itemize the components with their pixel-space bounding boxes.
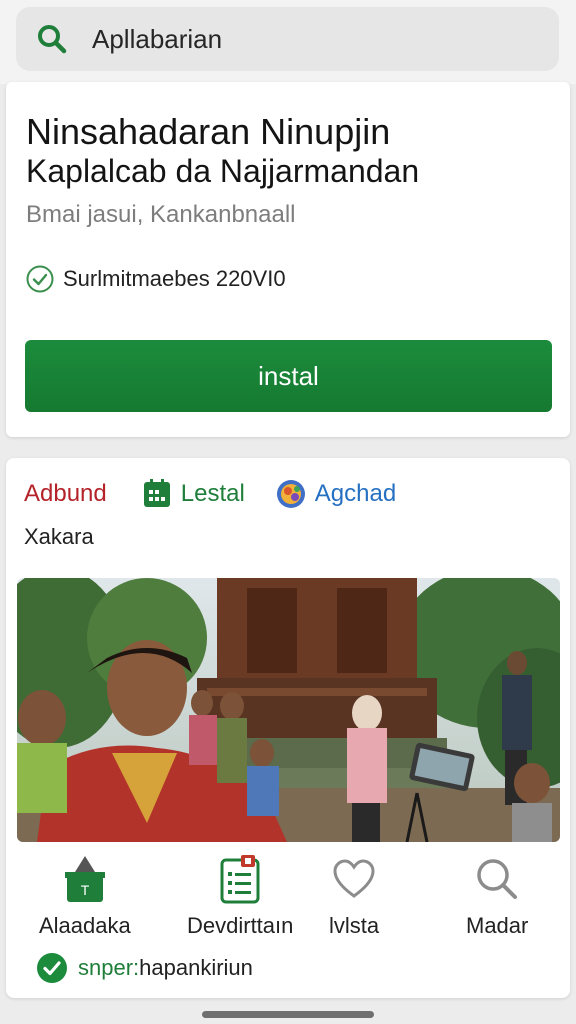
status-row: snper: hapankiriun — [36, 952, 253, 984]
screenshot-image[interactable] — [17, 578, 560, 842]
action-lvlsta[interactable]: lvlsta — [329, 853, 379, 939]
app-subtitle: Kaplalcab da Najjarmandan — [26, 153, 420, 189]
install-button[interactable]: instal — [25, 340, 552, 412]
tab-label: Agchad — [314, 480, 397, 507]
document-list-icon — [218, 853, 262, 905]
developer-name[interactable]: Bmai jasui, Kankanbnaall — [26, 201, 296, 229]
search-bar[interactable]: Apllabarian — [16, 7, 559, 71]
detail-card: Adbund Lestal Agchad Xakara T Alaadaka D… — [6, 458, 570, 998]
status-text: hapankiriun — [139, 955, 253, 980]
action-alaadaka[interactable]: T Alaadaka — [39, 853, 131, 939]
magnifier-icon — [475, 853, 519, 905]
tabs-row: Adbund Lestal Agchad — [24, 478, 554, 510]
tab-adbund[interactable]: Adbund — [24, 480, 107, 508]
action-label: Madar — [466, 913, 529, 938]
status-prefix: snper: — [78, 955, 140, 980]
action-label: Alaadaka — [39, 913, 131, 938]
verified-text: Surlmitmaebes 220VI0 — [63, 266, 286, 291]
action-madar[interactable]: Madar — [466, 853, 528, 939]
calendar-grid-icon — [143, 479, 170, 507]
trophy-icon: T — [63, 853, 107, 905]
verified-row: Surlmitmaebes 220VI0 — [25, 264, 286, 294]
svg-text:T: T — [81, 882, 90, 898]
search-input[interactable]: Apllabarian — [92, 24, 222, 55]
tab-label: Lestal — [180, 480, 245, 507]
globe-avatar-icon — [276, 480, 305, 508]
search-icon[interactable] — [36, 22, 70, 56]
category-label: Xakara — [24, 524, 94, 549]
actions-row: T Alaadaka Devdirttaın lvlsta Madar — [6, 853, 570, 943]
tab-agchad[interactable]: Agchad — [275, 478, 396, 510]
app-header-card: Ninsahadaran Ninupjin Kaplalcab da Najja… — [6, 82, 570, 437]
check-circle-filled-icon — [37, 953, 67, 983]
action-label: lvlsta — [329, 913, 380, 938]
top-bar: Apllabarian — [0, 0, 576, 84]
check-circle-icon — [26, 265, 54, 293]
action-label: Devdirttaın — [187, 913, 294, 938]
tab-lestal[interactable]: Lestal — [141, 478, 245, 510]
action-devdirttain[interactable]: Devdirttaın — [187, 853, 293, 939]
home-indicator[interactable] — [202, 1011, 374, 1018]
app-title: Ninsahadaran Ninupjin — [26, 111, 391, 152]
heart-icon — [332, 853, 376, 905]
tab-label: Adbund — [24, 480, 107, 507]
